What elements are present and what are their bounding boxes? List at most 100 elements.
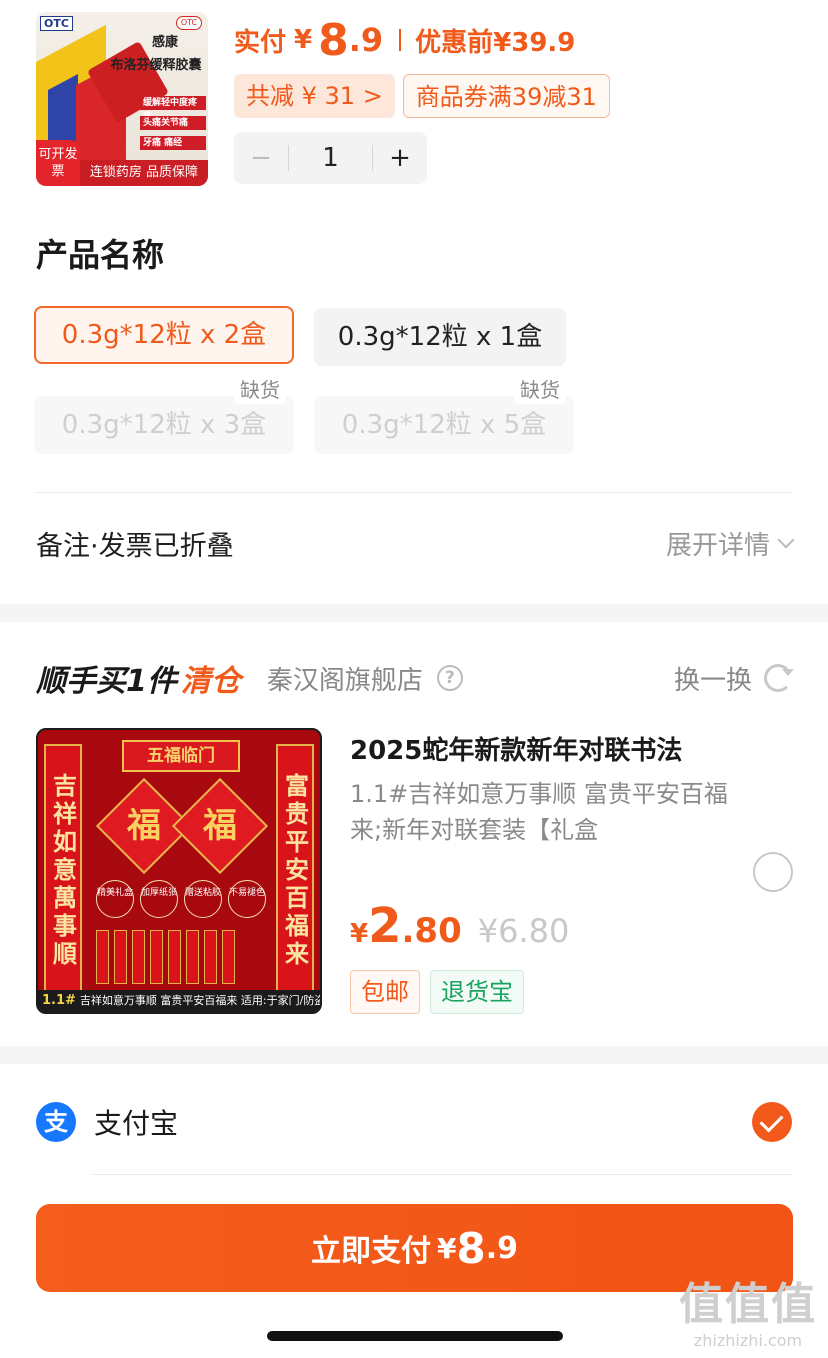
spec-option-label: 0.3g*12粒 x 3盒 (61, 410, 267, 440)
increase-button[interactable]: + (373, 143, 427, 173)
remark-label: 备注·发票已折叠 (36, 530, 234, 562)
pay-button-dec: .9 (485, 1230, 518, 1266)
paid-price-int: 8 (318, 14, 349, 66)
thumb-tags: 缓解轻中度疼痛 头痛关节痛 牙痛 痛经 (140, 96, 206, 150)
small-couplet (168, 930, 181, 984)
addon-badges: 包邮 退货宝 (350, 970, 524, 1014)
fu-diamond: 福 (171, 777, 269, 875)
addon-original-price: ¥6.80 (477, 912, 570, 950)
home-indicator[interactable] (267, 1331, 563, 1341)
spec-title: 产品名称 (36, 236, 165, 274)
thumb-otc-badge: OTC (176, 16, 202, 30)
check-icon[interactable] (752, 1102, 792, 1142)
addon-price-yen: ¥ (350, 919, 369, 949)
free-shipping-badge: 包邮 (350, 970, 420, 1014)
discount-row: 共减 ¥ 31 > 商品券满39减31 (234, 74, 610, 118)
return-insurance-badge: 退货宝 (430, 970, 524, 1014)
expand-details[interactable]: 展开详情 (665, 525, 795, 562)
addon-title: 顺手买1件 (36, 664, 177, 699)
feature-circle: 加厚纸张 (140, 880, 178, 918)
divider (92, 1174, 792, 1175)
spec-option-2box[interactable]: 0.3g*12粒 x 2盒 (34, 306, 294, 364)
decrease-button[interactable]: − (234, 143, 288, 173)
spec-option-label: 0.3g*12粒 x 2盒 (61, 320, 267, 350)
addon-price: ¥ 2 .80 ¥6.80 (350, 898, 569, 954)
thumb-invoice-badge: 可开发票 (36, 140, 80, 186)
small-couplet (222, 930, 235, 984)
section-separator (0, 604, 828, 622)
out-of-stock-badge: 缺货 (514, 376, 566, 404)
addon-select-radio[interactable] (753, 852, 793, 892)
currency-symbol: ¥ (294, 25, 313, 55)
swap-button[interactable]: 换一换 (673, 660, 794, 697)
addon-image-footer-text: 吉祥如意万事顺 富贵平安百福来 适用:于家门/防盗门 (79, 994, 320, 1007)
spec-option-label: 0.3g*12粒 x 1盒 (337, 322, 543, 352)
addon-image-features: 精美礼盒 加厚纸张 赠送粘胶 不易褪色 (96, 880, 266, 918)
small-couplet (96, 930, 109, 984)
swap-label: 换一换 (673, 665, 752, 696)
addon-image-footer-tag: 1.1# (42, 993, 76, 1008)
spec-option-5box: 0.3g*12粒 x 5盒 缺货 (314, 376, 574, 454)
thumb-tag: 头痛关节痛 (140, 116, 206, 130)
addon-price-int: 2 (368, 898, 402, 954)
pay-button-label: 立即支付 (311, 1234, 431, 1269)
addon-product-desc: 1.1#吉祥如意万事顺 富贵平安百福来;新年对联套装【礼盒 (350, 780, 728, 844)
feature-circle: 精美礼盒 (96, 880, 134, 918)
original-price: 优惠前¥39.9 (415, 27, 576, 58)
paid-label: 实付 (234, 27, 287, 58)
pay-button-int: 8 (456, 1223, 486, 1273)
quantity-stepper: − 1 + (234, 132, 427, 184)
spec-option-1box[interactable]: 0.3g*12粒 x 1盒 (314, 308, 566, 366)
addon-image-banner: 五福临门 (122, 740, 240, 772)
left-couplet-text: 吉祥如意萬事順 (48, 773, 77, 969)
coupon-chip: 商品券满39减31 (402, 74, 610, 118)
watermark: 值值值 zhizhizhi.com (676, 1279, 820, 1350)
small-couplet (186, 930, 199, 984)
feature-circle: 不易褪色 (228, 880, 266, 918)
addon-store-name[interactable]: 秦汉阁旗舰店 (267, 660, 423, 697)
addon-header: 顺手买1件 清仓 秦汉阁旗舰店 ? 换一换 (36, 654, 794, 702)
pay-button-yen: ¥ (437, 1231, 457, 1265)
price-divider (399, 29, 402, 51)
thumb-otc-label: OTC (40, 16, 73, 31)
right-couplet-text: 富贵平安百福来 (280, 773, 309, 969)
watermark-url: zhizhizhi.com (693, 1331, 803, 1350)
addon-clearance-tag: 清仓 (180, 664, 241, 699)
addon-image-footer: 1.1# 吉祥如意万事顺 富贵平安百福来 适用:于家门/防盗门 (38, 990, 320, 1012)
total-discount-chip[interactable]: 共减 ¥ 31 > (234, 74, 395, 118)
fu-char: 福 (203, 806, 237, 846)
addon-product-name[interactable]: 2025蛇年新款新年对联书法 (350, 730, 682, 767)
payment-method-label: 支付宝 (94, 1107, 179, 1140)
alipay-icon: 支 (36, 1102, 76, 1142)
fu-char: 福 (127, 806, 161, 846)
watermark-logo: 值值值 (679, 1279, 817, 1330)
spec-option-3box: 0.3g*12粒 x 3盒 缺货 (34, 376, 294, 454)
thumb-bottom-banner: 连锁药房 品质保障 (80, 160, 208, 186)
spec-option-label: 0.3g*12粒 x 5盒 (341, 410, 547, 440)
chevron-down-icon (777, 531, 795, 549)
small-couplet (114, 930, 127, 984)
out-of-stock-badge: 缺货 (234, 376, 286, 404)
paid-price-dec: .9 (348, 21, 384, 59)
product-thumbnail[interactable]: OTC OTC 感康 布洛芬缓释胶囊 缓解轻中度疼痛 头痛关节痛 牙痛 痛经 可… (36, 12, 208, 186)
help-icon[interactable]: ? (436, 665, 463, 691)
payment-method-row[interactable]: 支 支付宝 (36, 1098, 792, 1146)
feature-circle: 赠送粘胶 (184, 880, 222, 918)
addon-image-strips (96, 930, 235, 984)
addon-image-right-couplet: 富贵平安百福来 (276, 744, 314, 998)
thumb-product-name: 布洛芬缓释胶囊 (110, 58, 202, 73)
small-couplet (204, 930, 217, 984)
addon-product-image[interactable]: 五福临门 吉祥如意萬事順 富贵平安百福来 福 福 精美礼盒 加厚纸张 赠送粘胶 … (36, 728, 322, 1014)
addon-price-dec: .80 (401, 911, 462, 951)
expand-details-label: 展开详情 (665, 530, 770, 561)
small-couplet (150, 930, 163, 984)
refresh-icon (764, 664, 794, 692)
thumb-brand: 感康 (151, 35, 178, 50)
addon-image-left-couplet: 吉祥如意萬事順 (44, 744, 82, 998)
divider (36, 492, 792, 493)
thumb-tag: 缓解轻中度疼痛 (140, 96, 206, 122)
thumb-tag: 牙痛 痛经 (140, 136, 206, 150)
quantity-value[interactable]: 1 (289, 143, 372, 173)
remark-row[interactable]: 备注·发票已折叠 展开详情 (36, 514, 795, 572)
small-couplet (132, 930, 145, 984)
